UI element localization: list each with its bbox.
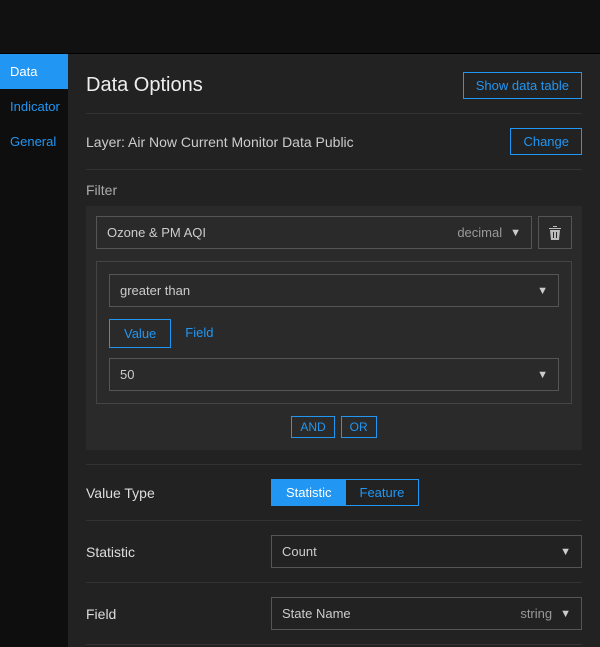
sidebar: Data Indicator General xyxy=(0,54,68,647)
tab-field[interactable]: Field xyxy=(171,319,227,348)
filter-section-label: Filter xyxy=(86,182,582,198)
field-value: State Name xyxy=(282,606,351,621)
statistic-label: Statistic xyxy=(86,544,271,560)
filter-operator-select[interactable]: greater than ▼ xyxy=(109,274,559,307)
chevron-down-icon: ▼ xyxy=(537,285,548,297)
chevron-down-icon: ▼ xyxy=(537,369,548,381)
or-button[interactable]: OR xyxy=(341,416,377,438)
tab-label: Field xyxy=(185,325,213,340)
page-title: Data Options xyxy=(86,74,203,97)
chevron-down-icon: ▼ xyxy=(560,546,571,558)
chevron-down-icon: ▼ xyxy=(560,608,571,620)
change-layer-button[interactable]: Change xyxy=(510,128,582,155)
statistic-value: Count xyxy=(282,544,317,559)
statistic-select[interactable]: Count ▼ xyxy=(271,535,582,568)
filter-container: Ozone & PM AQI decimal ▼ greater t xyxy=(86,206,582,450)
tab-value[interactable]: Value xyxy=(109,319,171,348)
sidebar-item-label: Data xyxy=(10,64,37,79)
trash-icon xyxy=(548,225,562,241)
main-panel: Data Options Show data table Layer: Air … xyxy=(68,54,600,647)
chevron-down-icon: ▼ xyxy=(510,227,521,239)
tab-label: Value xyxy=(124,326,156,341)
sidebar-item-indicator[interactable]: Indicator xyxy=(0,89,68,124)
top-bar xyxy=(0,0,600,54)
filter-value: 50 xyxy=(120,367,134,382)
field-select[interactable]: State Name string ▼ xyxy=(271,597,582,630)
sidebar-item-label: General xyxy=(10,134,56,149)
sidebar-item-label: Indicator xyxy=(10,99,60,114)
and-button[interactable]: AND xyxy=(291,416,334,438)
value-type-statistic-button[interactable]: Statistic xyxy=(272,480,346,505)
value-type-segmented: Statistic Feature xyxy=(271,479,419,506)
value-type-label: Value Type xyxy=(86,485,271,501)
delete-filter-button[interactable] xyxy=(538,216,572,249)
sidebar-item-general[interactable]: General xyxy=(0,124,68,159)
field-type: string xyxy=(520,606,552,621)
filter-value-select[interactable]: 50 ▼ xyxy=(109,358,559,391)
field-label: Field xyxy=(86,606,271,622)
filter-field-name: Ozone & PM AQI xyxy=(107,225,206,240)
filter-field-select[interactable]: Ozone & PM AQI decimal ▼ xyxy=(96,216,532,249)
show-data-table-button[interactable]: Show data table xyxy=(463,72,582,99)
layer-label: Layer: Air Now Current Monitor Data Publ… xyxy=(86,134,354,150)
filter-field-type: decimal xyxy=(457,225,502,240)
filter-clause: greater than ▼ Value Field xyxy=(96,261,572,404)
sidebar-item-data[interactable]: Data xyxy=(0,54,68,89)
value-type-feature-button[interactable]: Feature xyxy=(346,480,419,505)
filter-operator-value: greater than xyxy=(120,283,190,298)
